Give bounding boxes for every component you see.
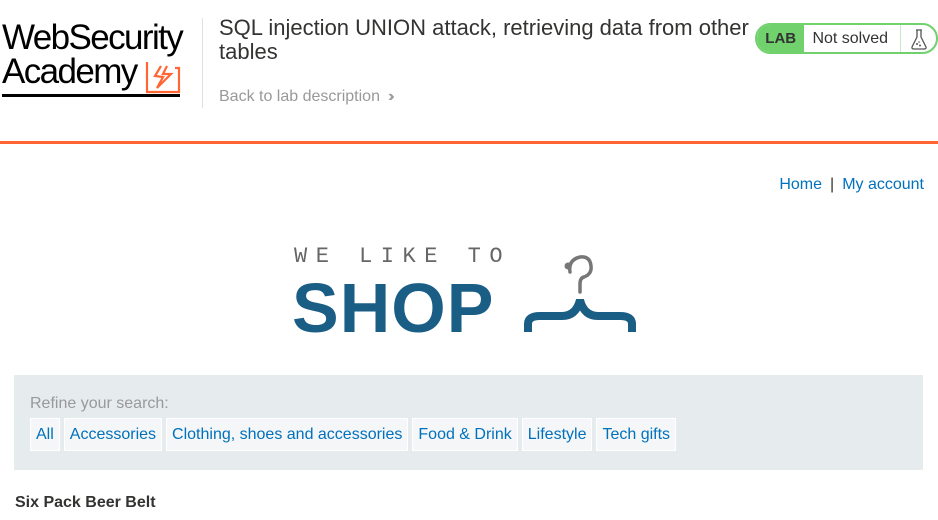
my-account-link[interactable]: My account [842,176,924,194]
shop-logo: WE LIKE TO SHOP [292,244,652,347]
category-filter-all[interactable]: All [30,418,60,451]
double-chevron-right-icon: ›› [387,88,394,105]
lab-header: WebSecurity Academy SQL injection UNION … [0,0,938,144]
category-filter-clothing[interactable]: Clothing, shoes and accessories [166,418,409,451]
logo-bolt-icon [145,62,181,94]
category-filter-panel: Refine your search: All Accessories Clot… [14,375,923,470]
back-link-label: Back to lab description [219,88,380,105]
category-filter-accessories[interactable]: Accessories [63,418,163,451]
account-nav: Home | My account [779,176,924,194]
lab-status-widget: LAB Not solved [755,23,938,54]
header-divider [202,18,203,108]
product-name: Six Pack Beer Belt [15,494,156,511]
web-security-academy-logo[interactable]: WebSecurity Academy [2,14,202,97]
lab-badge: LAB [757,25,805,52]
shop-logo-tagline: WE LIKE TO [294,244,512,269]
home-link[interactable]: Home [779,176,822,194]
header-orange-rule [0,141,938,144]
lab-status-text: Not solved [804,25,902,52]
lab-title: SQL injection UNION attack, retrieving d… [219,15,749,64]
shop-logo-word: SHOP [292,269,495,347]
flask-icon [901,25,936,52]
logo-line2: Academy [2,52,138,91]
category-filter-tech-gifts[interactable]: Tech gifts [596,418,677,451]
category-filter-list: All Accessories Clothing, shoes and acce… [30,418,677,451]
logo-underline [2,94,180,97]
category-filter-lifestyle[interactable]: Lifestyle [521,418,593,451]
refine-search-label: Refine your search: [30,395,169,412]
category-filter-food-drink[interactable]: Food & Drink [412,418,518,451]
hanger-icon [524,255,636,332]
nav-separator: | [830,176,835,193]
back-to-lab-description-link[interactable]: Back to lab description ›› [219,88,394,106]
